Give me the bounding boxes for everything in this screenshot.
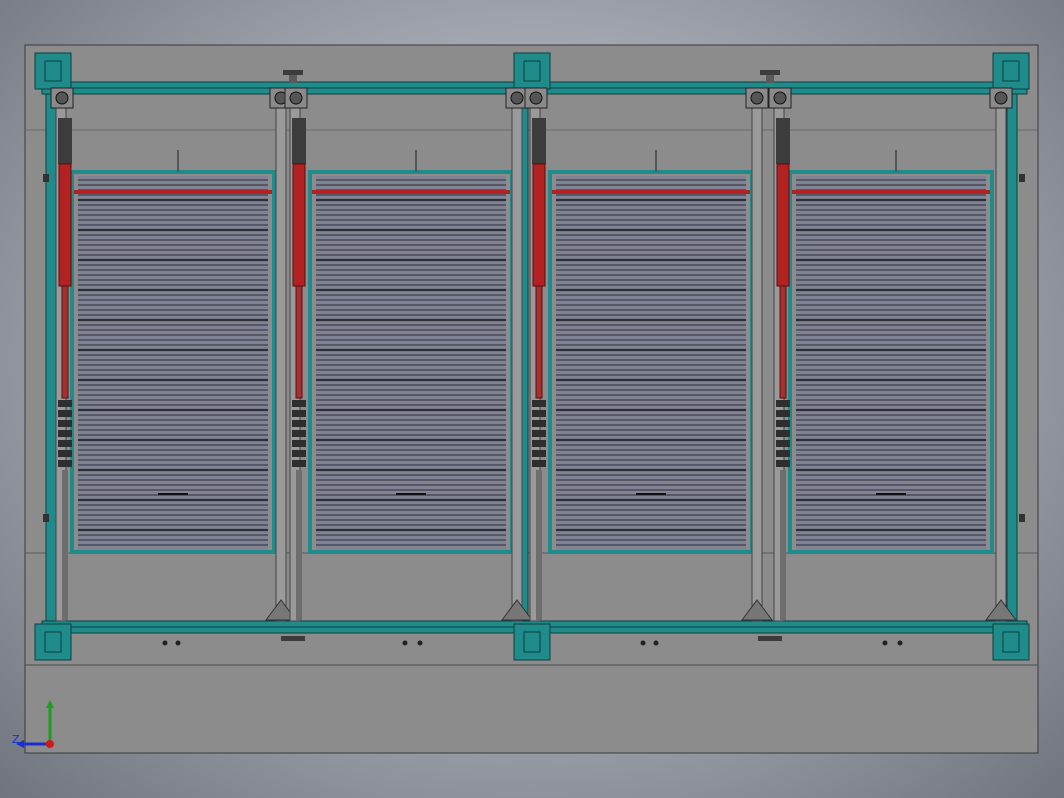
bolt — [897, 640, 903, 646]
top-hanger — [283, 70, 303, 75]
lower-rod — [62, 470, 68, 620]
side-clip — [43, 174, 49, 182]
bottom-foot — [758, 636, 782, 641]
bolt — [882, 640, 888, 646]
right-frame-post — [1006, 93, 1018, 622]
bearing-bore — [994, 91, 1008, 105]
bearing-bore — [289, 91, 303, 105]
chain-link — [532, 420, 546, 427]
chain-link — [58, 430, 72, 437]
hydraulic-cylinder-icon — [292, 163, 306, 287]
cad-viewport[interactable]: Z — [0, 0, 1064, 798]
chain-link — [58, 400, 72, 407]
hydraulic-cylinder-icon — [532, 163, 546, 287]
bearing-bore — [773, 91, 787, 105]
bolt — [640, 640, 646, 646]
chain-link — [776, 460, 790, 467]
model-drawing[interactable] — [0, 0, 1064, 798]
chain-link — [292, 410, 306, 417]
cylinder-rod — [61, 285, 69, 399]
chain-link — [776, 440, 790, 447]
chain-link — [532, 440, 546, 447]
chain-link — [532, 430, 546, 437]
mounting-plate — [513, 52, 551, 90]
bolt — [402, 640, 408, 646]
chain-link — [532, 460, 546, 467]
guide-post — [995, 94, 1007, 622]
top-rail — [552, 190, 750, 194]
top-hanger — [760, 70, 780, 75]
hydraulic-cylinder-icon — [776, 163, 790, 287]
coordinate-triad-icon: Z — [10, 696, 70, 756]
chain-link — [292, 420, 306, 427]
chain-link — [292, 460, 306, 467]
chain-link — [776, 410, 790, 417]
hydraulic-cylinder-icon — [58, 163, 72, 287]
cylinder-head — [532, 118, 546, 164]
mounting-plate — [513, 623, 551, 661]
top-hanger-stem — [289, 75, 297, 83]
side-clip — [1019, 174, 1025, 182]
bottom-foot — [281, 636, 305, 641]
chain-link — [776, 430, 790, 437]
bolt — [417, 640, 423, 646]
guide-post — [751, 94, 763, 622]
top-rail — [74, 190, 272, 194]
side-clip — [43, 514, 49, 522]
chain-link — [292, 450, 306, 457]
cylinder-rod — [535, 285, 543, 399]
mounting-plate — [992, 52, 1030, 90]
chain-link — [292, 440, 306, 447]
chain-link — [58, 410, 72, 417]
cylinder-rod — [295, 285, 303, 399]
chain-link — [776, 420, 790, 427]
chain-link — [776, 450, 790, 457]
bolt — [162, 640, 168, 646]
cylinder-head — [58, 118, 72, 164]
mounting-plate — [992, 623, 1030, 661]
bearing-bore — [750, 91, 764, 105]
guide-post — [511, 94, 523, 622]
chain-link — [776, 400, 790, 407]
chain-link — [58, 440, 72, 447]
mounting-plate — [34, 52, 72, 90]
z-axis-label: Z — [12, 733, 20, 746]
left-frame-post — [45, 93, 57, 622]
cylinder-rod — [779, 285, 787, 399]
chain-link — [532, 400, 546, 407]
top-rail — [792, 190, 990, 194]
bolt — [175, 640, 181, 646]
lower-rod — [780, 470, 786, 620]
chain-link — [58, 450, 72, 457]
bearing-bore — [510, 91, 524, 105]
cylinder-head — [776, 118, 790, 164]
bearing-bore — [55, 91, 69, 105]
chain-link — [532, 410, 546, 417]
side-clip — [1019, 514, 1025, 522]
top-rail — [312, 190, 510, 194]
top-hanger-stem — [766, 75, 774, 83]
chain-link — [292, 430, 306, 437]
chain-link — [58, 420, 72, 427]
guide-post — [275, 94, 287, 622]
cylinder-head — [292, 118, 306, 164]
bolt — [653, 640, 659, 646]
lower-rod — [296, 470, 302, 620]
chain-link — [292, 400, 306, 407]
mounting-plate — [34, 623, 72, 661]
lower-rod — [536, 470, 542, 620]
chain-link — [58, 460, 72, 467]
chain-link — [532, 450, 546, 457]
bearing-bore — [529, 91, 543, 105]
